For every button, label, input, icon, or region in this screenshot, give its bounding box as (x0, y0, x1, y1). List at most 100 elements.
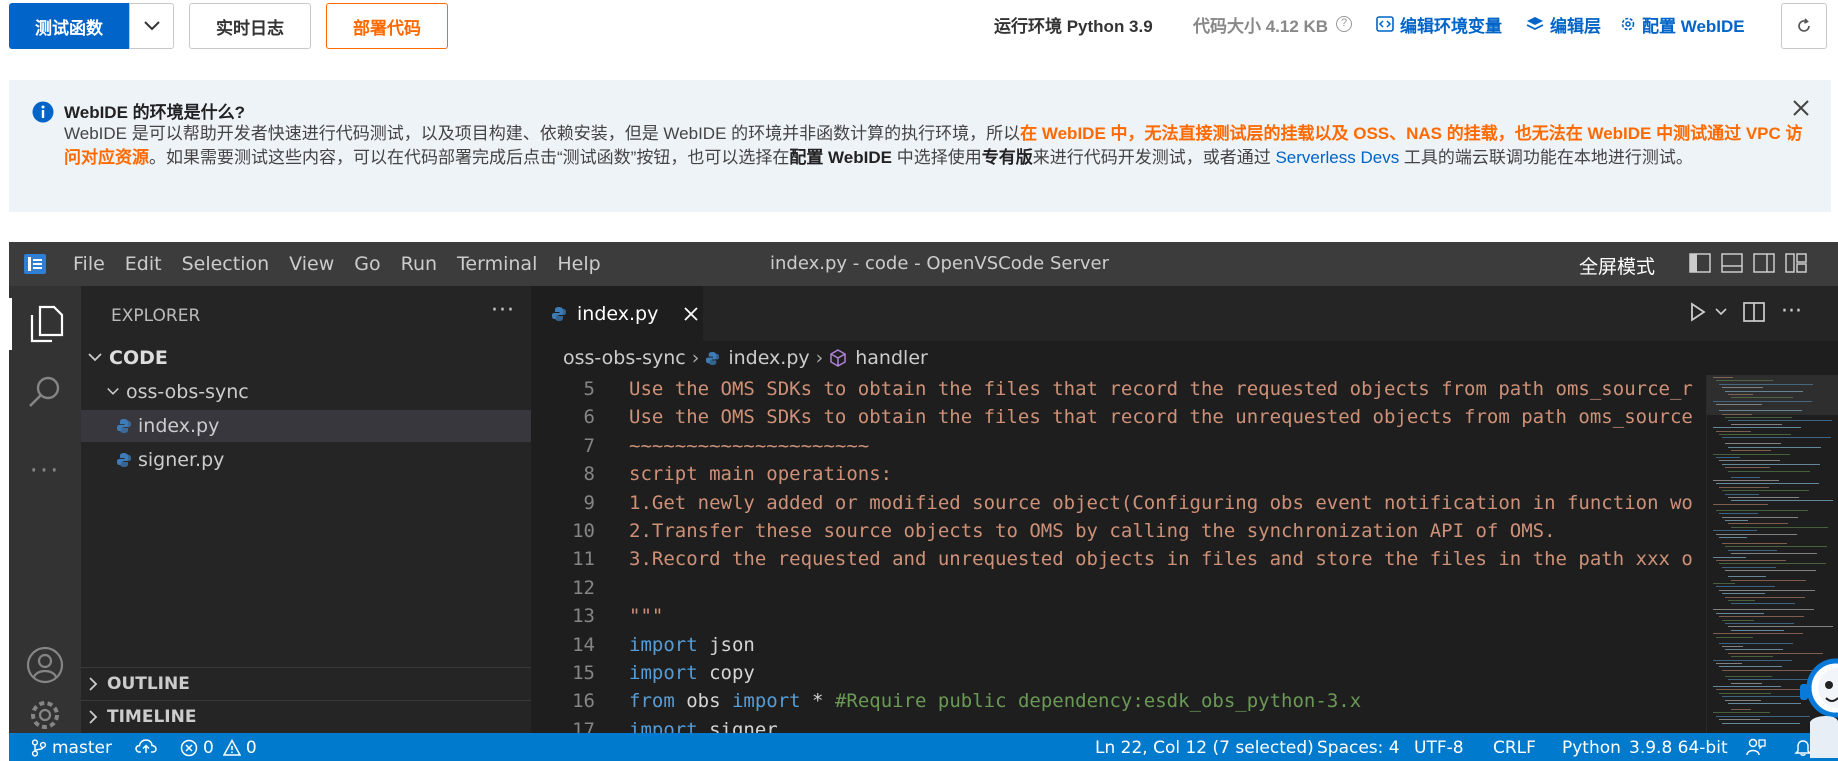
minimap-line (1725, 443, 1781, 445)
outline-section[interactable]: OUTLINE (81, 667, 531, 699)
file-index-py[interactable]: index.py (81, 410, 531, 442)
feedback-button[interactable] (1746, 738, 1766, 756)
menu-view[interactable]: View (289, 253, 334, 275)
menu-run[interactable]: Run (401, 253, 437, 275)
chevron-right-icon (89, 676, 99, 692)
search-activity[interactable] (9, 374, 81, 410)
status-bar: master 0 0 Ln 22, Col 12 (7 selected) Sp… (9, 733, 1838, 761)
toggle-secondary-sidebar-icon[interactable] (1753, 253, 1775, 273)
end-of-line[interactable]: CRLF (1493, 738, 1536, 758)
minimap-line (1719, 434, 1791, 435)
assistant-avatar[interactable] (1796, 658, 1838, 758)
configure-webide-link[interactable]: 配置 WebIDE (1620, 12, 1745, 36)
minimap-line (1725, 417, 1792, 418)
minimap-slider[interactable] (1707, 375, 1838, 415)
minimap-line (1719, 616, 1804, 618)
explorer-activity[interactable] (9, 298, 81, 350)
code-line[interactable]: 10 2.Transfer these source objects to OMS… (531, 517, 1706, 545)
deploy-code-button[interactable]: 部署代码 (326, 3, 448, 49)
minimap-line (1728, 626, 1833, 628)
code-editor[interactable]: 5 Use the OMS SDKs to obtain the files th… (531, 375, 1706, 733)
more-activity-icon[interactable]: ··· (9, 456, 81, 486)
code-line[interactable]: 11 3.Record the requested and unrequested… (531, 545, 1706, 573)
manage-activity[interactable] (9, 696, 81, 734)
tab-index-py[interactable]: index.py (531, 286, 703, 341)
vscode-window: File Edit Selection View Go Run Terminal… (9, 242, 1838, 761)
help-icon[interactable]: ? (1336, 16, 1353, 32)
code-line[interactable]: 17 import signer (531, 716, 1706, 733)
menu-edit[interactable]: Edit (125, 253, 162, 275)
code-token: import (629, 633, 698, 656)
edit-env-vars-link[interactable]: 编辑环境变量 (1376, 12, 1502, 36)
more-actions-icon[interactable]: ··· (491, 298, 515, 323)
file-signer-py[interactable]: signer.py (81, 444, 531, 476)
code-line[interactable]: 6 Use the OMS SDKs to obtain the files th… (531, 403, 1706, 431)
serverless-devs-link[interactable]: Serverless Devs (1275, 148, 1399, 167)
workspace-root[interactable]: CODE (81, 342, 531, 374)
minimap-line (1713, 503, 1768, 505)
folder-oss-obs-sync[interactable]: oss-obs-sync (81, 376, 531, 408)
breadcrumb-folder[interactable]: oss-obs-sync (563, 347, 686, 369)
minimap-line (1725, 699, 1761, 701)
edit-layer-link[interactable]: 编辑层 (1526, 12, 1601, 36)
breadcrumb-symbol[interactable]: handler (855, 347, 928, 369)
code-line[interactable]: 14 import json (531, 631, 1706, 659)
menu-help[interactable]: Help (557, 253, 600, 275)
code-line[interactable]: 12 (531, 574, 1706, 602)
split-editor-icon[interactable] (1743, 302, 1765, 322)
menu-file[interactable]: File (73, 253, 105, 275)
cursor-position[interactable]: Ln 22, Col 12 (7 selected) (1095, 738, 1314, 758)
test-options-dropdown[interactable] (129, 3, 174, 49)
cloud-upload-icon (135, 739, 157, 753)
minimap-line (1719, 719, 1760, 721)
explorer-sidebar: EXPLORER ··· CODE oss-obs-sync index.py … (81, 286, 531, 733)
accounts-activity[interactable] (9, 646, 81, 684)
fullscreen-button[interactable]: 全屏模式 (1579, 252, 1655, 279)
toggle-primary-sidebar-icon[interactable] (1689, 253, 1711, 273)
banner-text-p5: 中选择使用 (891, 148, 982, 167)
chevron-down-icon (87, 353, 103, 363)
branch-indicator[interactable]: master (31, 738, 112, 758)
more-actions-icon[interactable]: ··· (1781, 301, 1802, 323)
close-icon[interactable] (684, 306, 698, 321)
close-icon[interactable] (1791, 98, 1811, 118)
code-token: json (697, 633, 755, 656)
code-line[interactable]: 8 script main operations: (531, 460, 1706, 488)
menu-terminal[interactable]: Terminal (457, 253, 537, 275)
encoding[interactable]: UTF-8 (1414, 738, 1464, 758)
banner-text-p9: 工具的端云联调功能在本地进行测试。 (1399, 148, 1693, 167)
git-branch-icon (31, 739, 47, 757)
menu-selection[interactable]: Selection (182, 253, 270, 275)
code-line[interactable]: 5 Use the OMS SDKs to obtain the files th… (531, 375, 1706, 403)
timeline-section[interactable]: TIMELINE (81, 700, 531, 732)
minimap-line (1728, 470, 1810, 472)
code-line[interactable]: 13 """ (531, 602, 1706, 630)
run-icon[interactable] (1689, 302, 1707, 322)
code-line[interactable]: 16 from obs import * #Require public depe… (531, 687, 1706, 715)
breadcrumb-file[interactable]: index.py (728, 347, 809, 369)
python-interpreter[interactable]: 3.9.8 64-bit (1629, 738, 1728, 758)
language-mode[interactable]: Python (1562, 738, 1621, 758)
code-line[interactable]: 9 1.Get newly added or modified source ob… (531, 489, 1706, 517)
menu-go[interactable]: Go (354, 253, 380, 275)
code-size-label: 代码大小 4.12 KB (1193, 16, 1329, 36)
test-function-button[interactable]: 测试函数 (9, 3, 129, 49)
realtime-log-button[interactable]: 实时日志 (189, 3, 311, 49)
sync-button[interactable] (135, 738, 157, 754)
editor-tabs: index.py ··· (531, 286, 1838, 341)
error-icon (180, 739, 198, 757)
code-line[interactable]: 7 ~~~~~~~~~~~~~~~~~~~~~ (531, 432, 1706, 460)
code-token: """ (629, 605, 664, 628)
chevron-down-icon (143, 21, 160, 31)
code-token: ~~~~~~~~~~~~~~~~~~~~~ (629, 434, 870, 457)
python-file-icon (116, 418, 132, 434)
problems-indicator[interactable]: 0 0 (180, 738, 257, 758)
minimap-line (1731, 629, 1784, 631)
toggle-panel-icon[interactable] (1721, 253, 1743, 273)
refresh-button[interactable] (1781, 3, 1827, 49)
customize-layout-icon[interactable] (1785, 253, 1807, 273)
chevron-down-icon[interactable] (1715, 308, 1727, 316)
minimap-line (1713, 480, 1779, 481)
indentation[interactable]: Spaces: 4 (1317, 738, 1400, 758)
code-line[interactable]: 15 import copy (531, 659, 1706, 687)
